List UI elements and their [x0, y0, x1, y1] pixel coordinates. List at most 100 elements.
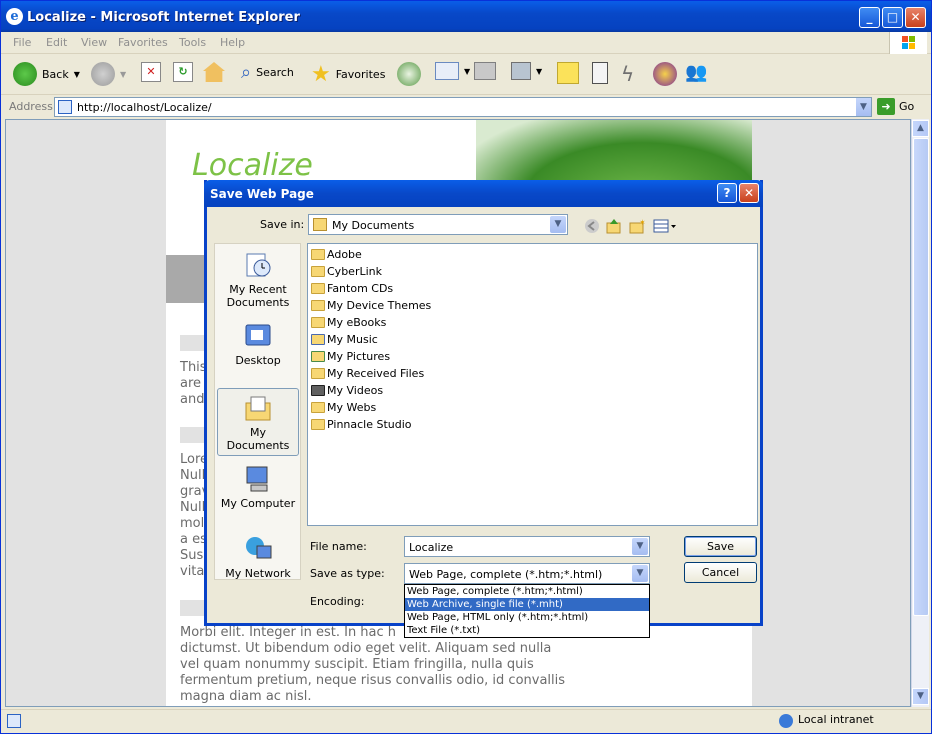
- svg-text:✶: ✶: [639, 218, 646, 227]
- type-option[interactable]: Web Page, HTML only (*.htm;*.html): [405, 611, 649, 624]
- research-button[interactable]: [592, 62, 608, 84]
- stop-button[interactable]: ✕: [141, 62, 161, 82]
- menu-help[interactable]: Help: [220, 36, 245, 49]
- list-item[interactable]: My Device Themes: [311, 299, 431, 312]
- save-as-type-label: Save as type:: [310, 567, 385, 580]
- back-button[interactable]: Back ▼: [13, 62, 80, 86]
- place-my-recent-documents[interactable]: My Recent Documents: [217, 250, 299, 309]
- address-dropdown-arrow[interactable]: ▼: [855, 98, 871, 116]
- place-label: My Computer: [220, 497, 296, 510]
- close-button[interactable]: ✕: [905, 7, 926, 28]
- file-list[interactable]: Adobe CyberLink Fantom CDs My Device The…: [307, 243, 758, 526]
- save-button[interactable]: Save: [684, 536, 757, 557]
- up-folder-icon[interactable]: [605, 217, 623, 235]
- edit-button[interactable]: ▼: [511, 62, 542, 80]
- vertical-scrollbar[interactable]: ▲ ▼: [911, 119, 929, 707]
- back-arrow-icon: [13, 62, 37, 86]
- new-folder-icon[interactable]: ✶: [628, 217, 646, 235]
- refresh-button[interactable]: ↻: [173, 62, 193, 82]
- place-desktop[interactable]: Desktop: [217, 321, 299, 367]
- page-icon: [58, 100, 72, 114]
- go-button[interactable]: ➜ Go: [877, 98, 914, 115]
- history-button[interactable]: [397, 62, 421, 86]
- save-in-value: My Documents: [332, 219, 415, 232]
- file-name: Adobe: [327, 248, 362, 261]
- menu-favorites[interactable]: Favorites: [118, 36, 168, 49]
- file-name: My eBooks: [327, 316, 387, 329]
- home-button[interactable]: [203, 62, 225, 82]
- list-item[interactable]: My Music: [311, 333, 378, 346]
- messenger-icon: 👥: [685, 62, 708, 83]
- yahoo-icon: [653, 62, 677, 86]
- search-button[interactable]: ⌕ Search: [241, 62, 294, 83]
- discuss-button[interactable]: [557, 62, 579, 84]
- list-item[interactable]: My Received Files: [311, 367, 424, 380]
- yahoo-button[interactable]: [653, 62, 677, 86]
- type-option-selected[interactable]: Web Archive, single file (*.mht): [405, 598, 649, 611]
- menu-edit[interactable]: Edit: [46, 36, 67, 49]
- file-name-dropdown-arrow[interactable]: ▼: [632, 538, 648, 555]
- text-line: magna diam ac nisl.: [180, 689, 312, 704]
- save-in-combo[interactable]: My Documents ▼: [308, 214, 568, 235]
- favorites-button[interactable]: ★ Favorites: [311, 62, 385, 87]
- print-button[interactable]: [474, 62, 496, 80]
- dialog-title-bar[interactable]: Save Web Page ? ✕: [204, 180, 763, 207]
- place-my-network[interactable]: My Network: [217, 534, 299, 580]
- messenger-bolt-button[interactable]: ϟ: [621, 62, 634, 86]
- page-right-margin: [752, 120, 910, 706]
- text-line: are: [180, 376, 202, 391]
- list-item[interactable]: My eBooks: [311, 316, 386, 329]
- mail-button[interactable]: ▼: [435, 62, 470, 80]
- my-documents-small-icon: [313, 218, 327, 231]
- back-icon[interactable]: [583, 217, 601, 235]
- list-item[interactable]: Fantom CDs: [311, 282, 393, 295]
- save-as-type-dropdown-arrow[interactable]: ▼: [632, 565, 648, 582]
- my-network-icon: [243, 534, 273, 564]
- go-arrow-icon: ➜: [877, 98, 895, 115]
- para1: This are and: [180, 360, 207, 408]
- list-item[interactable]: Pinnacle Studio: [311, 418, 412, 431]
- folder-icon: [311, 402, 325, 413]
- address-input[interactable]: http://localhost/Localize/ ▼: [54, 97, 872, 117]
- forward-button[interactable]: ▼: [91, 62, 126, 86]
- place-my-computer[interactable]: My Computer: [217, 464, 299, 510]
- menu-tools[interactable]: Tools: [179, 36, 206, 49]
- type-option[interactable]: Text File (*.txt): [405, 624, 649, 637]
- views-menu-icon[interactable]: [653, 217, 679, 235]
- scroll-down-button[interactable]: ▼: [912, 688, 929, 705]
- save-in-dropdown-arrow[interactable]: ▼: [550, 216, 566, 233]
- ie-logo-icon: e: [6, 8, 23, 25]
- maximize-button[interactable]: □: [882, 7, 903, 28]
- dialog-close-button[interactable]: ✕: [739, 183, 759, 203]
- type-option[interactable]: Web Page, complete (*.htm;*.html): [405, 585, 649, 598]
- history-icon: [397, 62, 421, 86]
- list-item[interactable]: My Webs: [311, 401, 376, 414]
- scroll-thumb[interactable]: [913, 138, 929, 616]
- list-item[interactable]: CyberLink: [311, 265, 382, 278]
- save-in-label: Save in:: [260, 218, 305, 231]
- file-name: My Webs: [327, 401, 377, 414]
- list-item[interactable]: My Videos: [311, 384, 383, 397]
- file-name-input[interactable]: Localize ▼: [404, 536, 650, 557]
- go-label: Go: [899, 100, 915, 113]
- title-bar[interactable]: e Localize - Microsoft Internet Explorer…: [1, 1, 931, 32]
- file-name: CyberLink: [327, 265, 382, 278]
- print-icon: [474, 62, 496, 80]
- save-as-type-dropdown-list: Web Page, complete (*.htm;*.html) Web Ar…: [404, 584, 650, 638]
- folder-icon: [311, 419, 325, 430]
- pictures-folder-icon: [311, 351, 325, 362]
- place-my-documents[interactable]: My Documents: [217, 388, 299, 456]
- cancel-button[interactable]: Cancel: [684, 562, 757, 583]
- list-item[interactable]: My Pictures: [311, 350, 390, 363]
- menu-view[interactable]: View: [81, 36, 107, 49]
- list-item[interactable]: Adobe: [311, 248, 362, 261]
- address-url: http://localhost/Localize/: [77, 101, 212, 114]
- recent-documents-icon: [243, 250, 273, 280]
- save-as-type-select[interactable]: Web Page, complete (*.htm;*.html) ▼: [404, 563, 650, 584]
- save-web-page-dialog: Save Web Page ? ✕ Save in: My Documents …: [204, 180, 763, 638]
- minimize-button[interactable]: _: [859, 7, 880, 28]
- messenger-button[interactable]: 👥: [685, 62, 707, 83]
- scroll-up-button[interactable]: ▲: [912, 120, 929, 137]
- menu-file[interactable]: File: [13, 36, 31, 49]
- help-button[interactable]: ?: [717, 183, 737, 203]
